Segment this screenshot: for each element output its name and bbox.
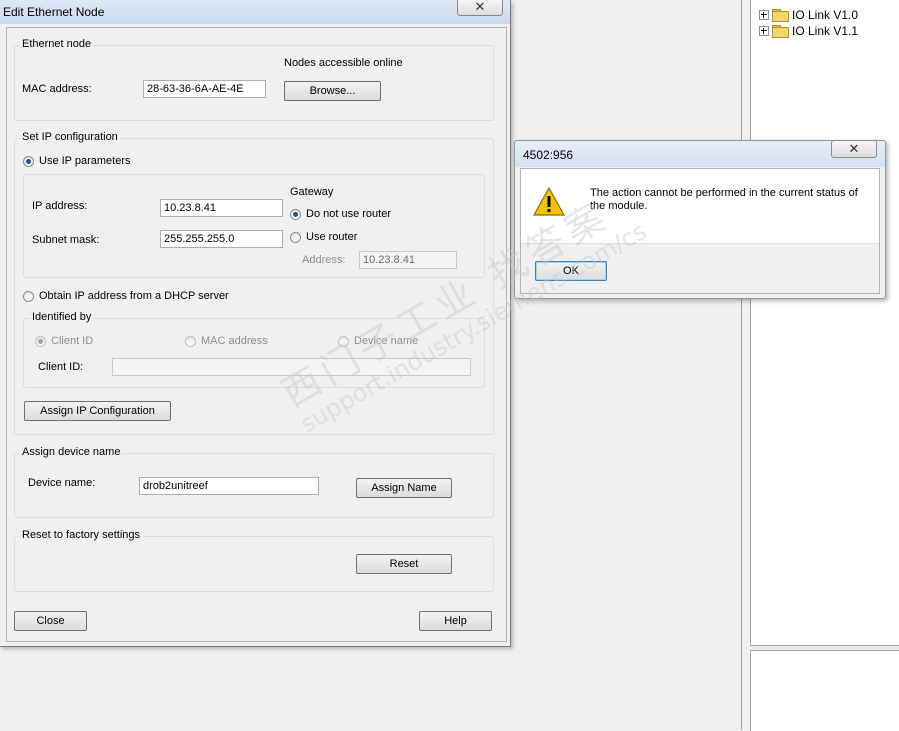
- dialog-body: Ethernet node MAC address: 28-63-36-6A-A…: [6, 27, 507, 642]
- client-id-label: Client ID:: [38, 361, 84, 373]
- message-content: The action cannot be performed in the cu…: [521, 169, 879, 244]
- folder-icon: [772, 9, 789, 22]
- tree-item-io-link-v10[interactable]: IO Link V1.0: [759, 7, 858, 23]
- device-name-radio[interactable]: [338, 336, 349, 347]
- use-ip-parameters-label[interactable]: Use IP parameters: [39, 155, 131, 167]
- device-name-field[interactable]: drob2unitreef: [139, 477, 319, 495]
- ip-address-label: IP address:: [32, 200, 88, 212]
- dhcp-label[interactable]: Obtain IP address from a DHCP server: [39, 290, 229, 302]
- identified-by-legend: Identified by: [30, 311, 94, 323]
- use-ip-parameters-radio[interactable]: [23, 156, 34, 167]
- client-id-field[interactable]: [112, 358, 471, 376]
- assign-name-button[interactable]: Assign Name: [356, 478, 452, 498]
- tree-item-io-link-v11[interactable]: IO Link V1.1: [759, 23, 858, 39]
- do-not-use-router-label[interactable]: Do not use router: [306, 208, 391, 220]
- reset-legend: Reset to factory settings: [20, 529, 142, 541]
- use-router-label[interactable]: Use router: [306, 231, 357, 243]
- router-address-label: Address:: [302, 254, 346, 266]
- close-button[interactable]: Close: [14, 611, 87, 631]
- do-not-use-router-radio[interactable]: [290, 209, 301, 220]
- subnet-mask-label: Subnet mask:: [32, 234, 100, 246]
- tree-item-label: IO Link V1.0: [792, 8, 859, 22]
- device-name-label: Device name:: [28, 477, 96, 489]
- use-router-radio[interactable]: [290, 232, 301, 243]
- router-address-field[interactable]: 10.23.8.41: [359, 251, 457, 269]
- client-id-option-label[interactable]: Client ID: [51, 335, 93, 347]
- dialog-titlebar[interactable]: Edit Ethernet Node ✕: [0, 0, 510, 24]
- info-pane: [750, 650, 899, 731]
- device-name-option-label[interactable]: Device name: [354, 335, 418, 347]
- edit-ethernet-node-dialog: Edit Ethernet Node ✕ Ethernet node MAC a…: [0, 0, 511, 647]
- close-icon[interactable]: ✕: [457, 0, 503, 16]
- message-body: The action cannot be performed in the cu…: [520, 168, 880, 294]
- client-id-radio[interactable]: [35, 336, 46, 347]
- catalog-tree: IO Link V1.0 IO Link V1.1: [750, 0, 899, 646]
- ip-configuration-legend: Set IP configuration: [20, 131, 120, 143]
- ok-button[interactable]: OK: [535, 261, 607, 281]
- browse-button[interactable]: Browse...: [284, 81, 381, 101]
- close-icon[interactable]: ✕: [831, 140, 877, 158]
- gateway-label: Gateway: [290, 186, 334, 198]
- expand-icon[interactable]: [759, 10, 769, 20]
- error-message-dialog: 4502:956 ✕ The action cannot be performe…: [514, 140, 886, 299]
- ip-address-field[interactable]: 10.23.8.41: [160, 199, 283, 217]
- device-name-legend: Assign device name: [20, 446, 123, 458]
- message-text: The action cannot be performed in the cu…: [590, 187, 858, 212]
- identified-by-group: [23, 318, 485, 388]
- expand-icon[interactable]: [759, 26, 769, 36]
- message-titlebar[interactable]: 4502:956 ✕: [515, 140, 885, 167]
- message-title: 4502:956: [523, 148, 574, 162]
- mac-address-field[interactable]: 28-63-36-6A-AE-4E: [143, 80, 266, 98]
- warning-icon: [533, 187, 565, 216]
- tree-item-label: IO Link V1.1: [792, 24, 859, 38]
- dialog-title: Edit Ethernet Node: [3, 5, 105, 19]
- assign-ip-configuration-button[interactable]: Assign IP Configuration: [24, 401, 171, 421]
- subnet-mask-field[interactable]: 255.255.255.0: [160, 230, 283, 248]
- ethernet-node-legend: Ethernet node: [20, 38, 94, 50]
- dhcp-radio[interactable]: [23, 291, 34, 302]
- folder-icon: [772, 25, 789, 38]
- project-tree-panel: IO Link V1.0 IO Link V1.1: [741, 0, 899, 731]
- reset-button[interactable]: Reset: [356, 554, 452, 574]
- nodes-online-label: Nodes accessible online: [284, 57, 403, 69]
- help-button[interactable]: Help: [419, 611, 492, 631]
- mac-address-option-label[interactable]: MAC address: [201, 335, 268, 347]
- mac-address-radio[interactable]: [185, 336, 196, 347]
- mac-address-label: MAC address:: [22, 83, 92, 95]
